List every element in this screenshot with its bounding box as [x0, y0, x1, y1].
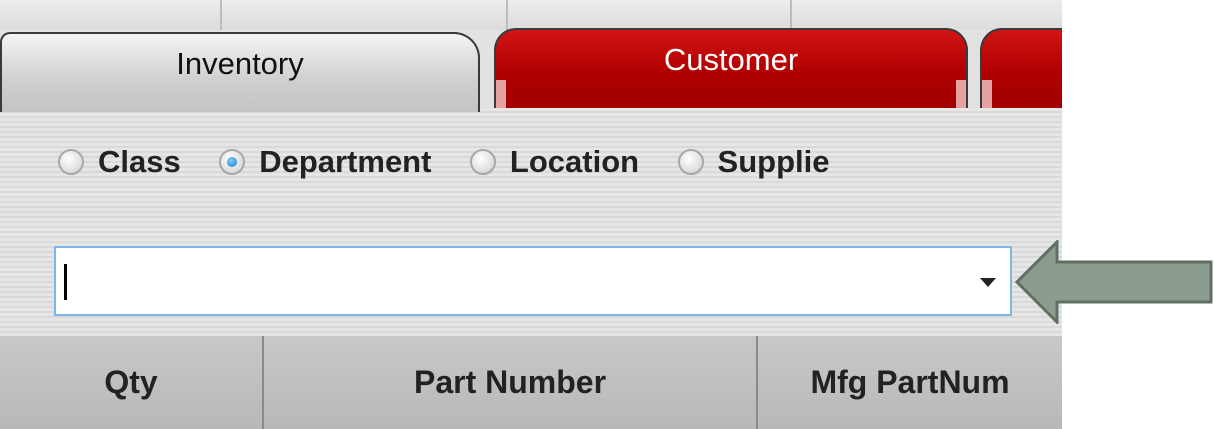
radio-button-selected-icon[interactable]	[219, 149, 246, 175]
radio-department[interactable]: Department	[219, 144, 431, 180]
radio-class[interactable]: Class	[58, 144, 181, 180]
filter-combo-box[interactable]	[54, 246, 1012, 316]
filter-area: Class Department Location Supplie	[0, 108, 1062, 336]
grid-header: Qty Part Number Mfg PartNum	[0, 336, 1062, 429]
radio-button-icon[interactable]	[677, 149, 704, 175]
dropdown-arrow-icon[interactable]	[980, 278, 996, 287]
filter-radio-group: Class Department Location Supplie	[58, 144, 863, 184]
column-header-qty[interactable]: Qty	[0, 336, 264, 429]
radio-label: Supplie	[717, 144, 830, 179]
partial-header-cell	[792, 0, 1062, 30]
partial-header-strip	[0, 0, 1062, 30]
radio-label: Department	[259, 144, 432, 179]
radio-label: Class	[98, 144, 181, 179]
tab-inventory[interactable]: Inventory	[0, 32, 480, 112]
radio-button-icon[interactable]	[58, 149, 84, 175]
radio-button-icon[interactable]	[469, 149, 496, 175]
text-cursor	[64, 264, 67, 300]
partial-header-cell	[222, 0, 508, 30]
partial-header-cell	[508, 0, 792, 30]
tab-bar: Customer Inventory	[0, 28, 1062, 112]
radio-label: Location	[509, 144, 640, 179]
tab-next[interactable]	[980, 28, 1062, 108]
inventory-panel: Customer Inventory Class Department Loca…	[0, 0, 1062, 429]
column-header-part-number[interactable]: Part Number	[264, 336, 758, 429]
tab-label: Customer	[663, 42, 799, 77]
tab-label: Inventory	[176, 46, 304, 81]
left-arrow-pointer-icon	[1015, 240, 1213, 324]
partial-header-cell	[0, 0, 222, 30]
filter-combo-input[interactable]	[56, 248, 964, 314]
radio-supplier[interactable]: Supplie	[677, 144, 830, 180]
tab-customer[interactable]: Customer	[494, 28, 968, 108]
radio-location[interactable]: Location	[469, 144, 640, 180]
column-header-mfg-partnum[interactable]: Mfg PartNum	[758, 336, 1062, 429]
